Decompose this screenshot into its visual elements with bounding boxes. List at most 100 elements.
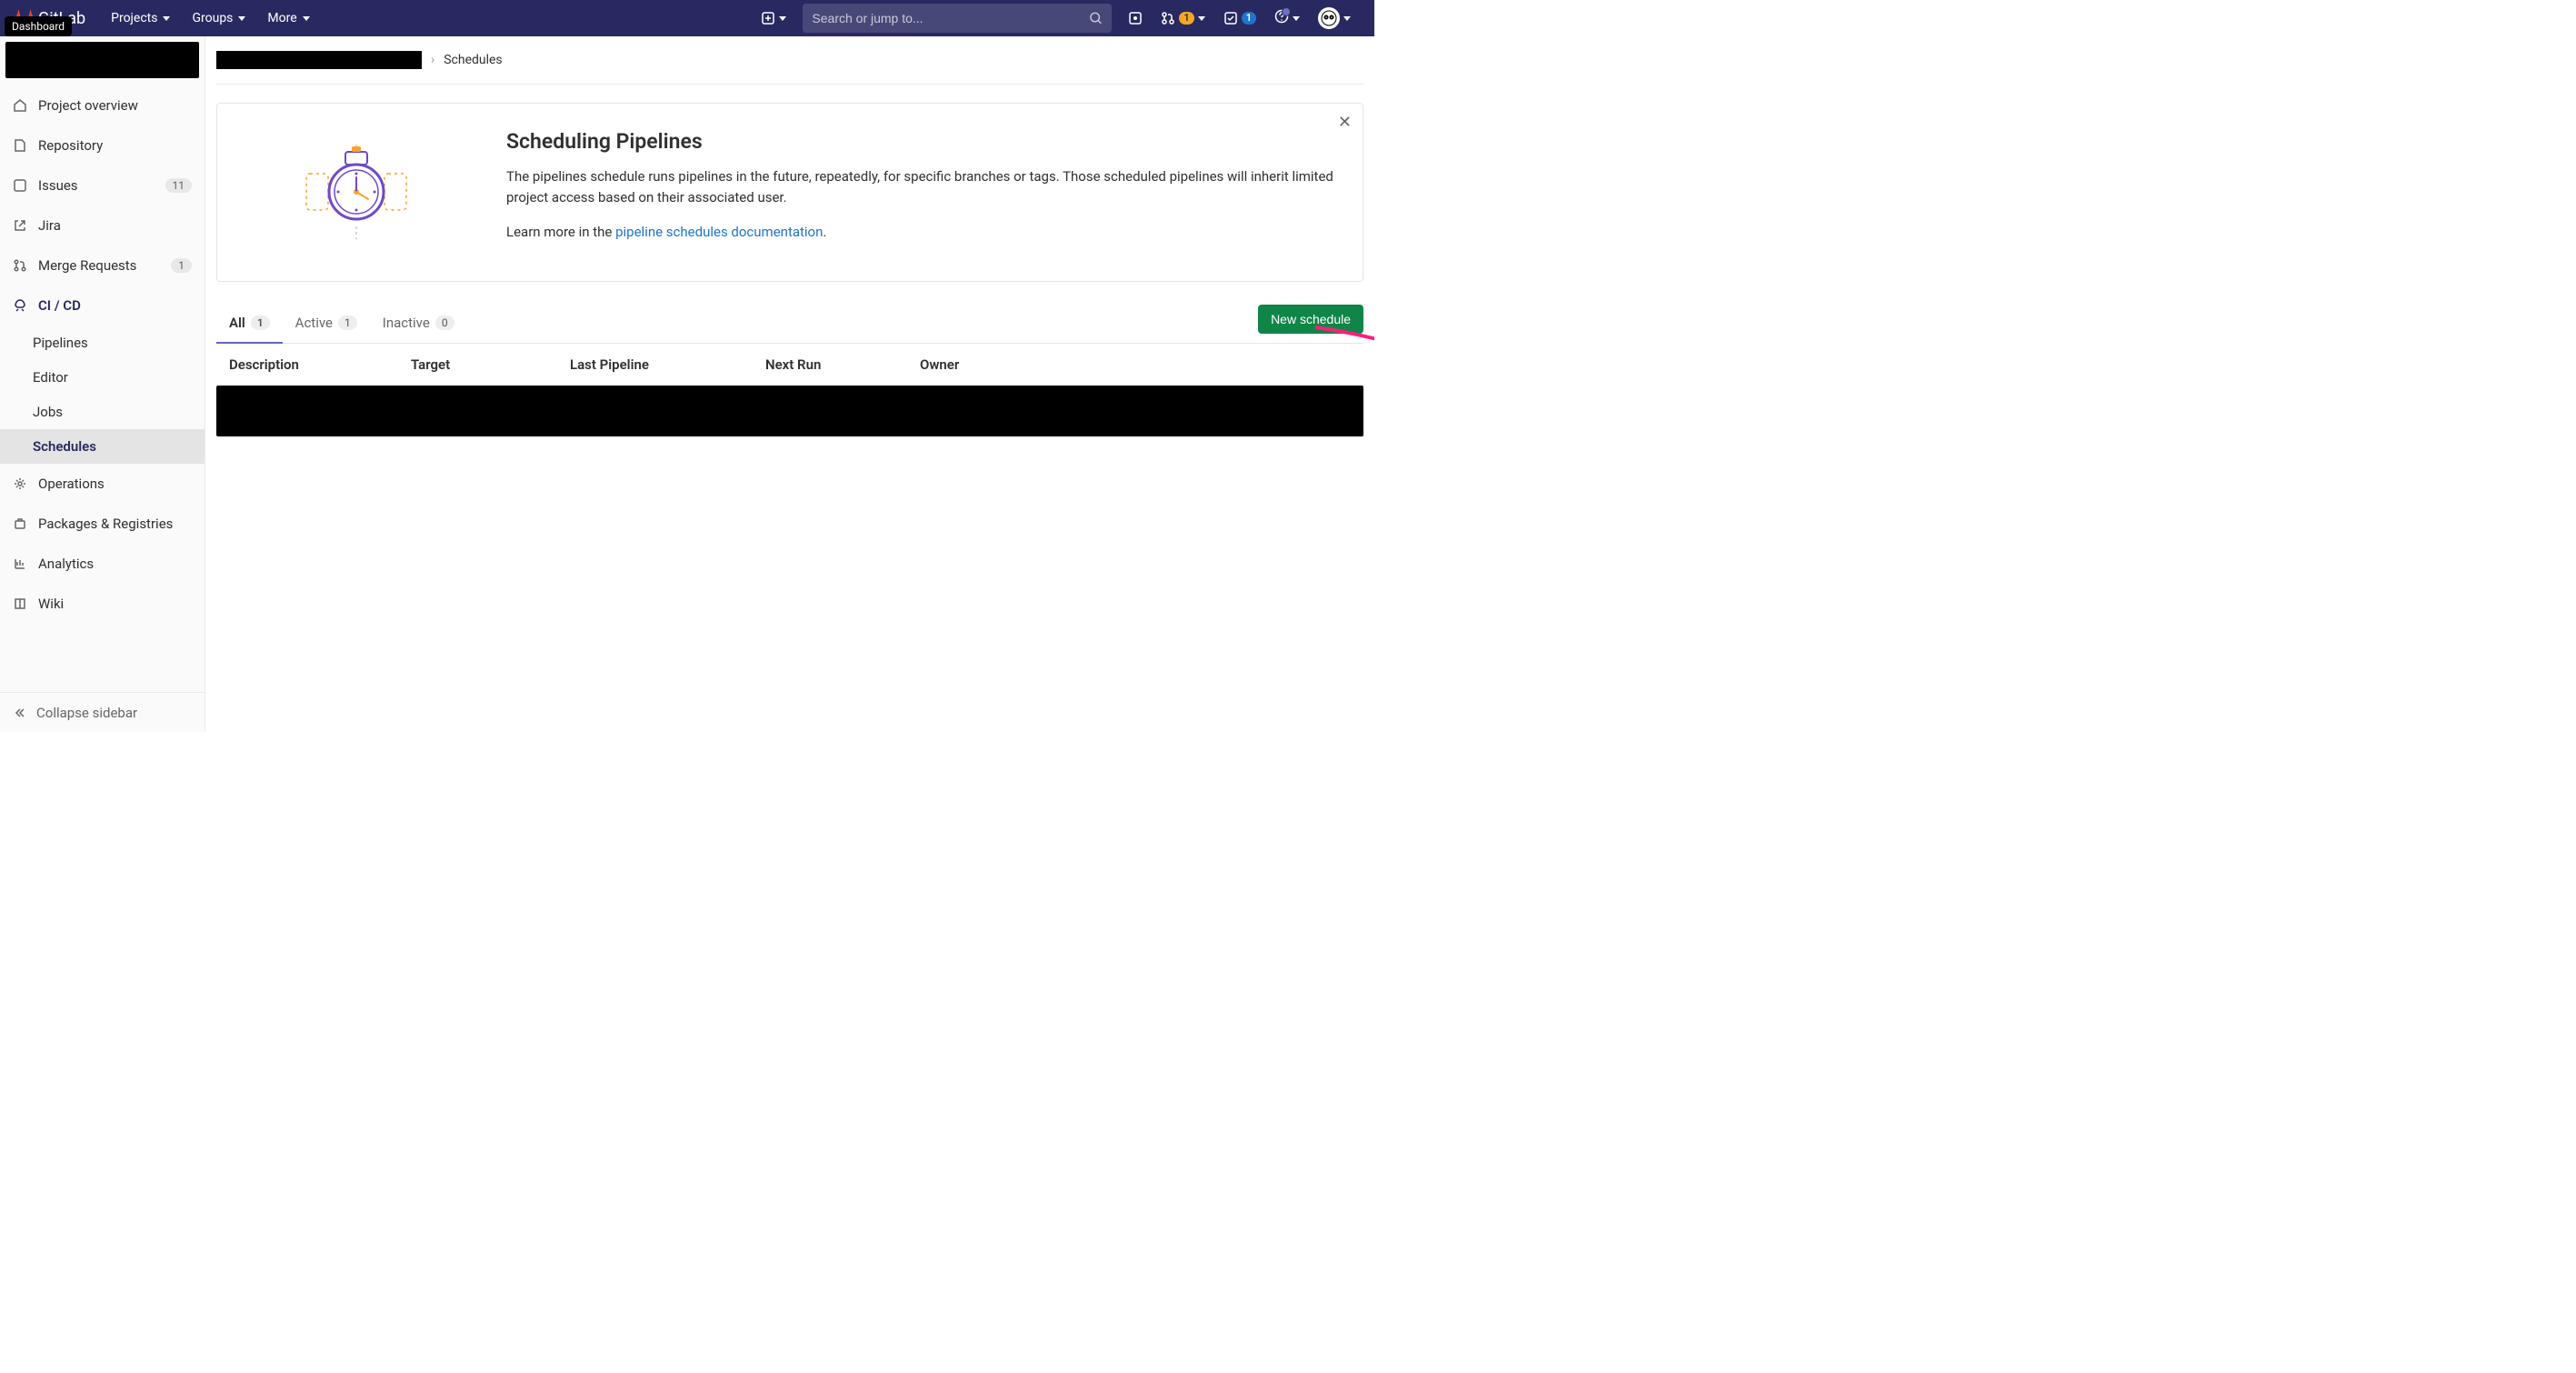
sidebar-item-label: Jira bbox=[38, 217, 61, 234]
gear-icon bbox=[13, 476, 27, 491]
nav-more[interactable]: More bbox=[256, 0, 320, 36]
table-header: Description Target Last Pipeline Next Ru… bbox=[216, 344, 1363, 386]
home-icon bbox=[13, 98, 27, 113]
tabs-bar: All 1 Active 1 Inactive 0 New schedule bbox=[216, 304, 1363, 344]
tab-label: All bbox=[229, 315, 245, 331]
rocket-icon bbox=[13, 298, 27, 313]
search-box[interactable] bbox=[803, 4, 1112, 33]
sidebar-item-label: CI / CD bbox=[38, 297, 81, 314]
mr-count-badge: 1 bbox=[1179, 12, 1193, 25]
sidebar: Project overview Repository Issues 11 Ji… bbox=[0, 36, 205, 732]
chevron-down-icon bbox=[1293, 16, 1300, 21]
package-icon bbox=[13, 516, 27, 531]
sidebar-item-analytics[interactable]: Analytics bbox=[0, 544, 205, 584]
todo-icon bbox=[1223, 11, 1238, 25]
sidebar-item-label: Wiki bbox=[38, 596, 64, 612]
breadcrumb-project[interactable] bbox=[216, 51, 422, 69]
sidebar-item-label: Merge Requests bbox=[38, 257, 136, 274]
merge-request-icon bbox=[1161, 11, 1175, 25]
breadcrumb-separator: › bbox=[431, 53, 434, 67]
breadcrumb-current: Schedules bbox=[444, 53, 502, 67]
sidebar-item-label: Repository bbox=[38, 137, 103, 154]
search-input[interactable] bbox=[812, 11, 1089, 25]
sidebar-item-label: Analytics bbox=[38, 556, 94, 572]
help-menu[interactable] bbox=[1265, 0, 1309, 36]
schedules-table: Description Target Last Pipeline Next Ru… bbox=[216, 344, 1363, 436]
issue-icon bbox=[13, 178, 27, 193]
help-icon bbox=[1274, 9, 1289, 27]
sub-item-pipelines[interactable]: Pipelines bbox=[0, 326, 205, 360]
chart-icon bbox=[13, 556, 27, 571]
col-target: Target bbox=[411, 356, 570, 373]
info-learn-more: Learn more in the pipeline schedules doc… bbox=[506, 222, 1337, 243]
col-last-pipeline: Last Pipeline bbox=[570, 356, 765, 373]
info-banner: ✕ Scheduling Pipeline bbox=[216, 103, 1363, 282]
tab-count: 0 bbox=[435, 316, 454, 330]
external-link-icon bbox=[13, 218, 27, 233]
create-new-button[interactable] bbox=[752, 0, 795, 36]
info-body: The pipelines schedule runs pipelines in… bbox=[506, 166, 1337, 209]
nav-projects-label: Projects bbox=[111, 11, 157, 25]
avatar bbox=[1318, 7, 1340, 29]
content-area: › Schedules ✕ bbox=[205, 36, 1374, 732]
sub-item-schedules[interactable]: Schedules bbox=[0, 429, 205, 464]
issue-icon bbox=[1128, 11, 1143, 25]
collapse-sidebar-button[interactable]: Collapse sidebar bbox=[0, 692, 205, 732]
file-icon bbox=[13, 138, 27, 153]
merge-request-icon bbox=[13, 258, 27, 273]
sidebar-item-operations[interactable]: Operations bbox=[0, 464, 205, 504]
sidebar-item-jira[interactable]: Jira bbox=[0, 205, 205, 246]
sidebar-item-repository[interactable]: Repository bbox=[0, 125, 205, 165]
chevron-left-double-icon bbox=[13, 706, 27, 720]
merge-requests-shortcut[interactable]: 1 bbox=[1152, 0, 1213, 36]
schedule-illustration bbox=[243, 129, 470, 256]
plus-icon bbox=[761, 11, 775, 25]
search-icon bbox=[1089, 11, 1103, 25]
tab-label: Inactive bbox=[383, 315, 430, 331]
sidebar-item-label: Operations bbox=[38, 476, 105, 492]
sidebar-item-overview[interactable]: Project overview bbox=[0, 85, 205, 125]
breadcrumbs: › Schedules bbox=[216, 36, 1363, 85]
tab-all[interactable]: All 1 bbox=[216, 304, 283, 344]
top-navbar: GitLab Projects Groups More 1 1 bbox=[0, 0, 1374, 36]
sidebar-item-wiki[interactable]: Wiki bbox=[0, 584, 205, 624]
sidebar-item-cicd[interactable]: CI / CD bbox=[0, 286, 205, 326]
collapse-label: Collapse sidebar bbox=[36, 705, 137, 721]
nav-groups-label: Groups bbox=[192, 11, 233, 25]
chevron-down-icon bbox=[779, 16, 786, 21]
sidebar-item-label: Project overview bbox=[38, 97, 138, 114]
tab-inactive[interactable]: Inactive 0 bbox=[370, 304, 467, 342]
todos-shortcut[interactable]: 1 bbox=[1214, 0, 1265, 36]
chevron-down-icon bbox=[238, 16, 245, 21]
nav-more-label: More bbox=[267, 11, 296, 25]
tab-active[interactable]: Active 1 bbox=[283, 304, 370, 342]
table-row[interactable] bbox=[216, 386, 1363, 436]
nav-groups[interactable]: Groups bbox=[181, 0, 256, 36]
issues-count: 11 bbox=[165, 178, 193, 193]
sidebar-item-label: Issues bbox=[38, 177, 78, 194]
sidebar-item-label: Packages & Registries bbox=[38, 516, 173, 532]
chevron-down-icon bbox=[1198, 16, 1205, 21]
user-menu[interactable] bbox=[1309, 0, 1360, 36]
sidebar-item-packages[interactable]: Packages & Registries bbox=[0, 504, 205, 544]
tab-count: 1 bbox=[338, 316, 357, 330]
issues-shortcut[interactable] bbox=[1119, 0, 1152, 36]
project-tile[interactable] bbox=[5, 42, 199, 78]
book-icon bbox=[13, 596, 27, 611]
sidebar-item-issues[interactable]: Issues 11 bbox=[0, 165, 205, 205]
sub-item-editor[interactable]: Editor bbox=[0, 360, 205, 395]
col-owner: Owner bbox=[920, 356, 1351, 373]
close-icon[interactable]: ✕ bbox=[1338, 113, 1352, 132]
col-next-run: Next Run bbox=[765, 356, 920, 373]
tab-count: 1 bbox=[251, 316, 270, 330]
nav-projects[interactable]: Projects bbox=[100, 0, 181, 36]
sub-item-jobs[interactable]: Jobs bbox=[0, 395, 205, 429]
sidebar-item-merge-requests[interactable]: Merge Requests 1 bbox=[0, 246, 205, 286]
dashboard-tooltip: Dashboard bbox=[5, 16, 72, 36]
col-description: Description bbox=[229, 356, 411, 373]
new-schedule-button[interactable]: New schedule bbox=[1258, 305, 1363, 334]
info-title: Scheduling Pipelines bbox=[506, 129, 1337, 154]
todo-count-badge: 1 bbox=[1242, 12, 1256, 25]
docs-link[interactable]: pipeline schedules documentation bbox=[615, 224, 823, 240]
mr-count: 1 bbox=[171, 258, 192, 273]
